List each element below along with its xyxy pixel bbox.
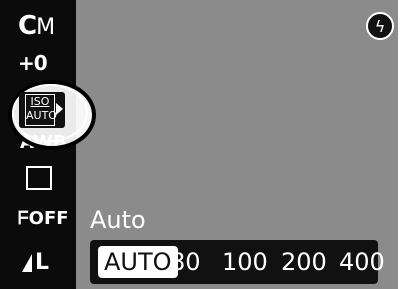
iso-option-200[interactable]: 200 [281,246,327,278]
exposure-value: +0 [18,51,48,75]
iso-option-100[interactable]: 100 [222,246,268,278]
my-colors-item[interactable]: ᖴOFF [18,208,69,229]
my-colors-label: OFF [28,208,69,229]
flash-glyph: ϟ [374,16,386,36]
iso-options-bar: AUTO 80 100 200 400 [90,240,385,284]
iso-icon: ISO AUTO [25,94,57,126]
flash-off-icon: ϟ [366,12,394,40]
mode-c: C [18,11,37,41]
iso-option-80[interactable]: 80 [170,246,201,278]
camera-screen: CM +0 AWB ᖴOFF L ISO AUTO ϟ Auto AUTO [0,0,404,289]
shooting-mode-item[interactable]: CM [12,10,72,41]
compression-icon [22,254,32,272]
iso-option-400[interactable]: 400 [339,246,385,278]
resolution-label: L [35,250,50,275]
submenu-arrow-icon [56,103,63,115]
iso-option-auto[interactable]: AUTO [98,246,178,278]
setting-title: Auto [90,206,146,234]
my-colors-icon: ᖴ [18,208,29,229]
iso-label-top: ISO [30,95,50,108]
iso-speed-item[interactable]: ISO AUTO [19,92,65,128]
exposure-compensation-item[interactable]: +0 [12,50,72,80]
drive-mode-icon[interactable] [26,166,52,190]
iso-label-bottom: AUTO [26,109,57,122]
mode-m: M [36,15,55,40]
